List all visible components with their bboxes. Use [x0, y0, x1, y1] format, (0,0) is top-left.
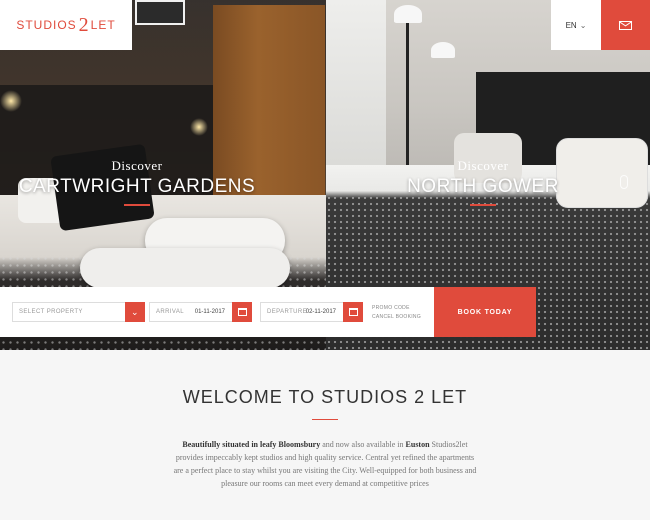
contact-mail-button[interactable]: [601, 0, 650, 50]
departure-date-field[interactable]: DEPARTURE 02-11-2017: [260, 302, 363, 322]
property-name: NORTH GOWER: [407, 176, 559, 197]
language-label: EN: [565, 20, 577, 30]
chevron-down-icon[interactable]: ⌄: [125, 302, 145, 322]
select-property-placeholder: SELECT PROPERTY: [19, 309, 83, 315]
discover-label: Discover: [111, 158, 163, 173]
arrival-value: 01-11-2017: [194, 309, 225, 315]
intro-text: and now also available in: [320, 440, 406, 449]
discover-label: Discover: [457, 158, 509, 173]
intro-highlight: Euston: [405, 440, 430, 449]
welcome-title: WELCOME TO STUDIOS 2 LET: [182, 387, 468, 407]
lamp-shade: [431, 42, 455, 58]
language-selector[interactable]: EN ⌄: [551, 0, 601, 50]
logo-number: 2: [78, 13, 89, 36]
floor-lamp: [406, 20, 409, 170]
booking-links: PROMO CODE CANCEL BOOKING: [372, 304, 421, 322]
arrival-date-field[interactable]: ARRIVAL 01-11-2017: [149, 302, 252, 322]
wall-lamp: [0, 90, 22, 112]
departure-value: 02-11-2017: [305, 309, 336, 315]
mail-icon: [619, 20, 632, 30]
chevron-down-icon: ⌄: [579, 20, 587, 30]
calendar-button[interactable]: [232, 302, 252, 322]
cancel-booking-link[interactable]: CANCEL BOOKING: [372, 313, 421, 322]
book-today-button[interactable]: BOOK TODAY: [434, 287, 536, 337]
booking-bar: SELECT PROPERTY ⌄ ARRIVAL 01-11-2017 DEP…: [0, 287, 434, 337]
accent-rule: [312, 419, 338, 420]
arrival-label: ARRIVAL: [156, 309, 185, 315]
logo-word: STUDIOS: [16, 18, 77, 32]
departure-label: DEPARTURE: [267, 309, 308, 315]
hero-caption-left[interactable]: Discover CARTWRIGHT GARDENS: [0, 158, 274, 206]
site-logo[interactable]: STUDIOS 2 LET: [0, 0, 132, 50]
intro-highlight: Beautifully situated in leafy Bloomsbury: [182, 440, 321, 449]
logo-word: LET: [90, 18, 116, 32]
accent-rule: [124, 204, 150, 206]
calendar-icon: [237, 308, 247, 316]
window: [326, 0, 386, 180]
accent-rule: [470, 204, 496, 206]
calendar-icon: [348, 308, 358, 316]
welcome-intro: Beautifully situated in leafy Bloomsbury…: [170, 438, 480, 490]
calendar-button[interactable]: [343, 302, 363, 322]
promo-code-link[interactable]: PROMO CODE: [372, 304, 421, 313]
wall-lamp: [190, 118, 208, 136]
microphone-icon: [620, 175, 628, 189]
select-property-dropdown[interactable]: SELECT PROPERTY ⌄: [12, 302, 145, 322]
hero-caption-right[interactable]: Discover NORTH GOWER: [326, 158, 640, 206]
wall-picture: [135, 0, 185, 25]
lamp-shade: [394, 5, 422, 23]
welcome-section: WELCOME TO STUDIOS 2 LET Beautifully sit…: [0, 350, 650, 520]
towel: [80, 248, 290, 288]
property-name: CARTWRIGHT GARDENS: [18, 176, 256, 197]
